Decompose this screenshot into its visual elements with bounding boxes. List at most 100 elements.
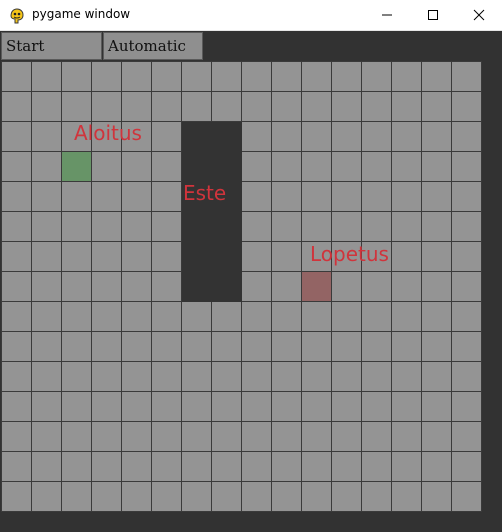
grid-cell[interactable] bbox=[212, 362, 241, 391]
start-cell[interactable] bbox=[62, 152, 91, 181]
grid-cell[interactable] bbox=[32, 242, 61, 271]
grid-cell[interactable] bbox=[2, 452, 31, 481]
grid-cell[interactable] bbox=[242, 152, 271, 181]
grid-cell[interactable] bbox=[332, 392, 361, 421]
grid-cell[interactable] bbox=[362, 212, 391, 241]
grid-cell[interactable] bbox=[2, 332, 31, 361]
grid-cell[interactable] bbox=[362, 422, 391, 451]
grid-cell[interactable] bbox=[272, 392, 301, 421]
grid-cell[interactable] bbox=[92, 242, 121, 271]
grid-cell[interactable] bbox=[92, 62, 121, 91]
grid-cell[interactable] bbox=[452, 92, 481, 121]
grid-cell[interactable] bbox=[332, 452, 361, 481]
grid-cell[interactable] bbox=[212, 62, 241, 91]
grid-cell[interactable] bbox=[2, 362, 31, 391]
minimize-button[interactable] bbox=[364, 0, 410, 30]
grid-cell[interactable] bbox=[332, 182, 361, 211]
grid-cell[interactable] bbox=[2, 62, 31, 91]
grid-cell[interactable] bbox=[392, 332, 421, 361]
grid-cell[interactable] bbox=[362, 122, 391, 151]
grid-cell[interactable] bbox=[32, 182, 61, 211]
grid-cell[interactable] bbox=[452, 392, 481, 421]
grid-cell[interactable] bbox=[32, 422, 61, 451]
close-button[interactable] bbox=[456, 0, 502, 30]
grid-cell[interactable] bbox=[122, 92, 151, 121]
grid-cell[interactable] bbox=[272, 362, 301, 391]
grid-cell[interactable] bbox=[32, 362, 61, 391]
grid-cell[interactable] bbox=[392, 392, 421, 421]
grid-cell[interactable] bbox=[62, 422, 91, 451]
grid-cell[interactable] bbox=[272, 422, 301, 451]
grid-cell[interactable] bbox=[242, 422, 271, 451]
grid-cell[interactable] bbox=[452, 152, 481, 181]
grid-cell[interactable] bbox=[302, 362, 331, 391]
grid-cell[interactable] bbox=[362, 392, 391, 421]
grid-cell[interactable] bbox=[92, 182, 121, 211]
grid-cell[interactable] bbox=[452, 122, 481, 151]
grid-cell[interactable] bbox=[332, 332, 361, 361]
obstacle-cell[interactable] bbox=[212, 152, 242, 182]
grid-cell[interactable] bbox=[272, 92, 301, 121]
grid-cell[interactable] bbox=[242, 182, 271, 211]
grid-cell[interactable] bbox=[422, 152, 451, 181]
grid-cell[interactable] bbox=[452, 332, 481, 361]
grid-cell[interactable] bbox=[272, 482, 301, 511]
grid-cell[interactable] bbox=[422, 242, 451, 271]
grid-cell[interactable] bbox=[152, 152, 181, 181]
grid-cell[interactable] bbox=[452, 362, 481, 391]
grid-cell[interactable] bbox=[152, 92, 181, 121]
grid-cell[interactable] bbox=[152, 212, 181, 241]
grid-cell[interactable] bbox=[362, 152, 391, 181]
grid-cell[interactable] bbox=[212, 482, 241, 511]
grid-cell[interactable] bbox=[152, 242, 181, 271]
grid-cell[interactable] bbox=[182, 62, 211, 91]
grid-cell[interactable] bbox=[422, 452, 451, 481]
grid-cell[interactable] bbox=[122, 452, 151, 481]
grid-cell[interactable] bbox=[362, 62, 391, 91]
grid-cell[interactable] bbox=[332, 422, 361, 451]
grid-cell[interactable] bbox=[32, 152, 61, 181]
grid-cell[interactable] bbox=[362, 362, 391, 391]
obstacle-cell[interactable] bbox=[212, 212, 242, 242]
grid-cell[interactable] bbox=[212, 92, 241, 121]
grid-cell[interactable] bbox=[92, 362, 121, 391]
grid-cell[interactable] bbox=[452, 422, 481, 451]
grid-cell[interactable] bbox=[212, 452, 241, 481]
grid-cell[interactable] bbox=[392, 152, 421, 181]
grid-cell[interactable] bbox=[182, 332, 211, 361]
grid-cell[interactable] bbox=[242, 272, 271, 301]
grid-cell[interactable] bbox=[182, 422, 211, 451]
grid-cell[interactable] bbox=[212, 302, 241, 331]
grid-cell[interactable] bbox=[242, 62, 271, 91]
grid-cell[interactable] bbox=[212, 422, 241, 451]
grid-cell[interactable] bbox=[302, 122, 331, 151]
grid-cell[interactable] bbox=[152, 302, 181, 331]
grid-cell[interactable] bbox=[302, 422, 331, 451]
grid-cell[interactable] bbox=[422, 122, 451, 151]
grid-cell[interactable] bbox=[92, 452, 121, 481]
grid-cell[interactable] bbox=[92, 212, 121, 241]
grid-cell[interactable] bbox=[152, 452, 181, 481]
obstacle-cell[interactable] bbox=[182, 212, 212, 242]
obstacle-cell[interactable] bbox=[182, 272, 212, 302]
grid-cell[interactable] bbox=[122, 272, 151, 301]
grid-cell[interactable] bbox=[92, 332, 121, 361]
grid-cell[interactable] bbox=[122, 332, 151, 361]
grid-cell[interactable] bbox=[122, 302, 151, 331]
grid-cell[interactable] bbox=[362, 182, 391, 211]
grid-cell[interactable] bbox=[152, 272, 181, 301]
grid-cell[interactable] bbox=[62, 392, 91, 421]
grid-cell[interactable] bbox=[62, 482, 91, 511]
grid-cell[interactable] bbox=[32, 482, 61, 511]
grid-cell[interactable] bbox=[32, 302, 61, 331]
grid-cell[interactable] bbox=[272, 452, 301, 481]
grid-cell[interactable] bbox=[152, 182, 181, 211]
grid-cell[interactable] bbox=[422, 302, 451, 331]
grid-cell[interactable] bbox=[362, 482, 391, 511]
grid-cell[interactable] bbox=[422, 362, 451, 391]
end-cell[interactable] bbox=[302, 272, 331, 301]
grid-cell[interactable] bbox=[212, 332, 241, 361]
grid-cell[interactable] bbox=[2, 422, 31, 451]
grid-cell[interactable] bbox=[332, 92, 361, 121]
grid-cell[interactable] bbox=[302, 482, 331, 511]
